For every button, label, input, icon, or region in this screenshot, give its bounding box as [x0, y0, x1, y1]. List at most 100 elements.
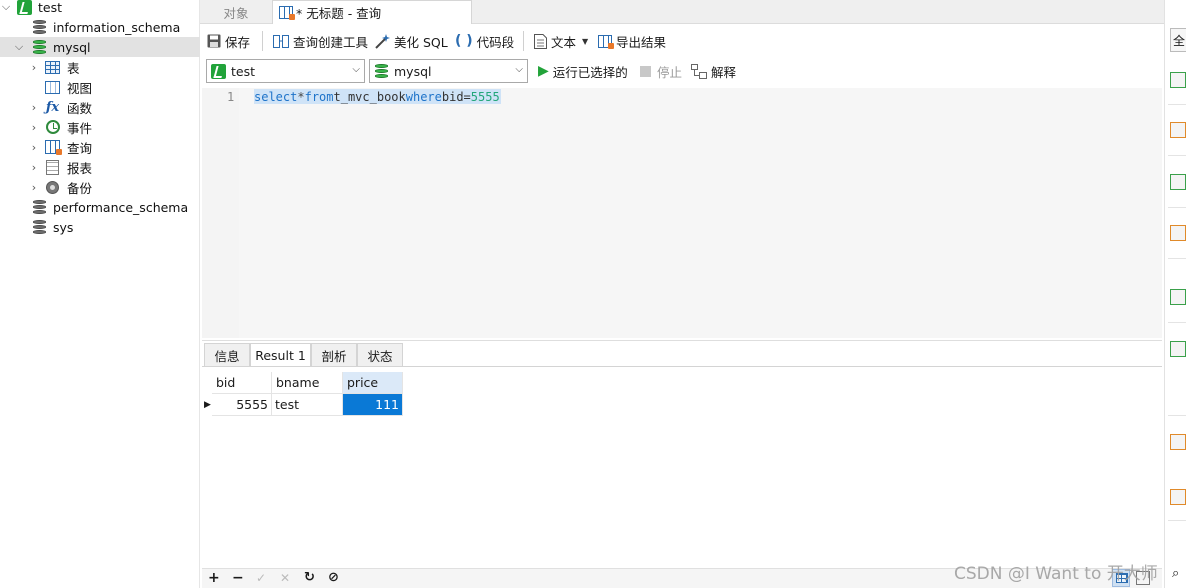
export-results-button[interactable]: 导出结果	[598, 32, 666, 50]
column-header-bname[interactable]: bname	[272, 372, 343, 394]
query-builder-button[interactable]: 查询创建工具	[273, 32, 368, 50]
history-item-icon[interactable]	[1170, 174, 1186, 190]
tree-item-mysql[interactable]: ⌵ mysql	[0, 37, 200, 57]
database-icon	[32, 199, 47, 215]
discard-changes-icon[interactable]: ✕	[280, 571, 290, 585]
column-header-label: bid	[216, 375, 236, 390]
apply-changes-icon[interactable]: ✓	[256, 571, 266, 585]
sql-editor[interactable]: select * from t_mvc_book where bid= 5555	[239, 88, 1162, 338]
connection-icon	[17, 0, 32, 15]
tree-item-information-schema[interactable]: information_schema	[0, 17, 200, 37]
panel-toggle-button[interactable]: 全	[1170, 28, 1186, 52]
database-select-value: mysql	[394, 63, 432, 79]
column-header-bid[interactable]: bid	[212, 372, 272, 394]
event-icon	[45, 120, 60, 135]
tree-item-events[interactable]: › 事件	[0, 117, 200, 137]
connection-label: test	[38, 0, 63, 15]
tab-label: * 无标题 - 查询	[296, 6, 382, 21]
query-builder-label: 查询创建工具	[293, 34, 369, 50]
sql-line-1: select * from t_mvc_book where bid= 5555	[254, 89, 501, 104]
tree-item-functions[interactable]: › ƒx 函数	[0, 97, 200, 117]
database-select[interactable]: mysql ⌵	[369, 59, 528, 83]
tab-profile[interactable]: 剖析	[311, 343, 357, 367]
beautify-sql-button[interactable]: 美化 SQL	[374, 32, 448, 50]
dropdown-caret-icon[interactable]: ▼	[582, 37, 588, 46]
panel-divider	[1168, 155, 1186, 156]
explain-button[interactable]: 解释	[691, 62, 736, 80]
export-icon	[598, 34, 614, 49]
database-icon	[32, 19, 47, 35]
chevron-down-icon[interactable]: ⌵	[14, 40, 24, 54]
view-icon	[45, 80, 60, 95]
pane-divider[interactable]	[202, 340, 1162, 341]
tree-connection-test[interactable]: ⌵ test	[0, 0, 200, 17]
column-header-price[interactable]: price	[343, 372, 403, 394]
result-tab-label: 信息	[214, 348, 240, 364]
tab-result-1[interactable]: Result 1	[250, 343, 311, 367]
save-button[interactable]: 保存	[207, 32, 250, 50]
chevron-down-icon[interactable]: ⌵	[1, 0, 11, 14]
history-item-icon[interactable]	[1170, 289, 1186, 305]
add-record-icon[interactable]: +	[208, 570, 220, 586]
table-cell-price-selected[interactable]: 111	[343, 394, 403, 416]
tab-info[interactable]: 信息	[204, 343, 250, 367]
panel-divider	[1168, 258, 1186, 259]
chevron-right-icon[interactable]: ›	[29, 181, 39, 194]
sql-keyword: where	[405, 89, 442, 104]
stop-query-icon[interactable]: ⊘	[328, 570, 339, 585]
panel-divider	[1168, 104, 1186, 105]
report-icon	[45, 159, 60, 175]
history-item-icon[interactable]	[1170, 434, 1186, 450]
text-output-button[interactable]: 文本 ▼	[534, 32, 588, 50]
code-snippet-button[interactable]: ( ) 代码段	[455, 32, 514, 50]
database-icon	[32, 219, 47, 235]
history-item-icon[interactable]	[1170, 225, 1186, 241]
tree-item-label: 备份	[67, 180, 93, 196]
tab-status[interactable]: 状态	[357, 343, 403, 367]
code-snippet-label: 代码段	[476, 34, 515, 50]
sql-operator: *	[297, 89, 305, 104]
history-item-icon[interactable]	[1170, 341, 1186, 357]
chevron-right-icon[interactable]: ›	[29, 121, 39, 134]
query-icon	[45, 140, 62, 155]
panel-toggle-label: 全	[1173, 33, 1186, 48]
tab-objects[interactable]: 对象	[200, 0, 272, 24]
chevron-right-icon[interactable]: ›	[29, 161, 39, 174]
stop-button[interactable]: 停止	[640, 62, 682, 80]
refresh-icon[interactable]: ↻	[304, 570, 315, 585]
current-row-indicator-icon: ▶	[204, 400, 211, 410]
tree-item-performance-schema[interactable]: performance_schema	[0, 197, 200, 217]
tree-item-queries[interactable]: › 查询	[0, 137, 200, 157]
run-selected-button[interactable]: ▶ 运行已选择的	[538, 62, 628, 80]
backup-icon	[45, 180, 60, 195]
history-item-icon[interactable]	[1170, 122, 1186, 138]
chevron-right-icon[interactable]: ›	[29, 141, 39, 154]
delete-record-icon[interactable]: −	[232, 570, 244, 586]
tree-item-label: sys	[53, 219, 74, 235]
tree-item-tables[interactable]: › 表	[0, 57, 200, 77]
query-builder-icon	[273, 34, 289, 48]
tree-item-sys[interactable]: sys	[0, 217, 200, 237]
result-tab-label: 剖析	[321, 348, 347, 364]
history-item-icon[interactable]	[1170, 489, 1186, 505]
tree-item-views[interactable]: 视图	[0, 77, 200, 97]
tree-item-reports[interactable]: › 报表	[0, 157, 200, 177]
connection-select[interactable]: test ⌵	[206, 59, 365, 83]
magic-wand-icon	[375, 33, 390, 49]
chevron-right-icon[interactable]: ›	[29, 61, 39, 74]
tab-untitled-query[interactable]: * 无标题 - 查询	[272, 0, 472, 24]
table-cell-bid[interactable]: 5555	[212, 394, 272, 416]
search-icon[interactable]: ⌕	[1172, 566, 1179, 581]
table-cell-bname[interactable]: test	[272, 394, 343, 416]
sql-number-literal: 5555	[470, 89, 500, 104]
tree-item-label: mysql	[53, 39, 91, 55]
document-icon	[534, 33, 547, 49]
sql-identifier: t_mvc_book	[333, 89, 406, 104]
floppy-disk-icon	[207, 34, 221, 48]
history-item-icon[interactable]	[1170, 72, 1186, 88]
chevron-right-icon[interactable]: ›	[29, 101, 39, 114]
tree-item-backups[interactable]: › 备份	[0, 177, 200, 197]
tree-item-label: 事件	[67, 120, 93, 136]
explain-label: 解释	[711, 64, 737, 80]
tree-item-label: 函数	[67, 100, 93, 116]
